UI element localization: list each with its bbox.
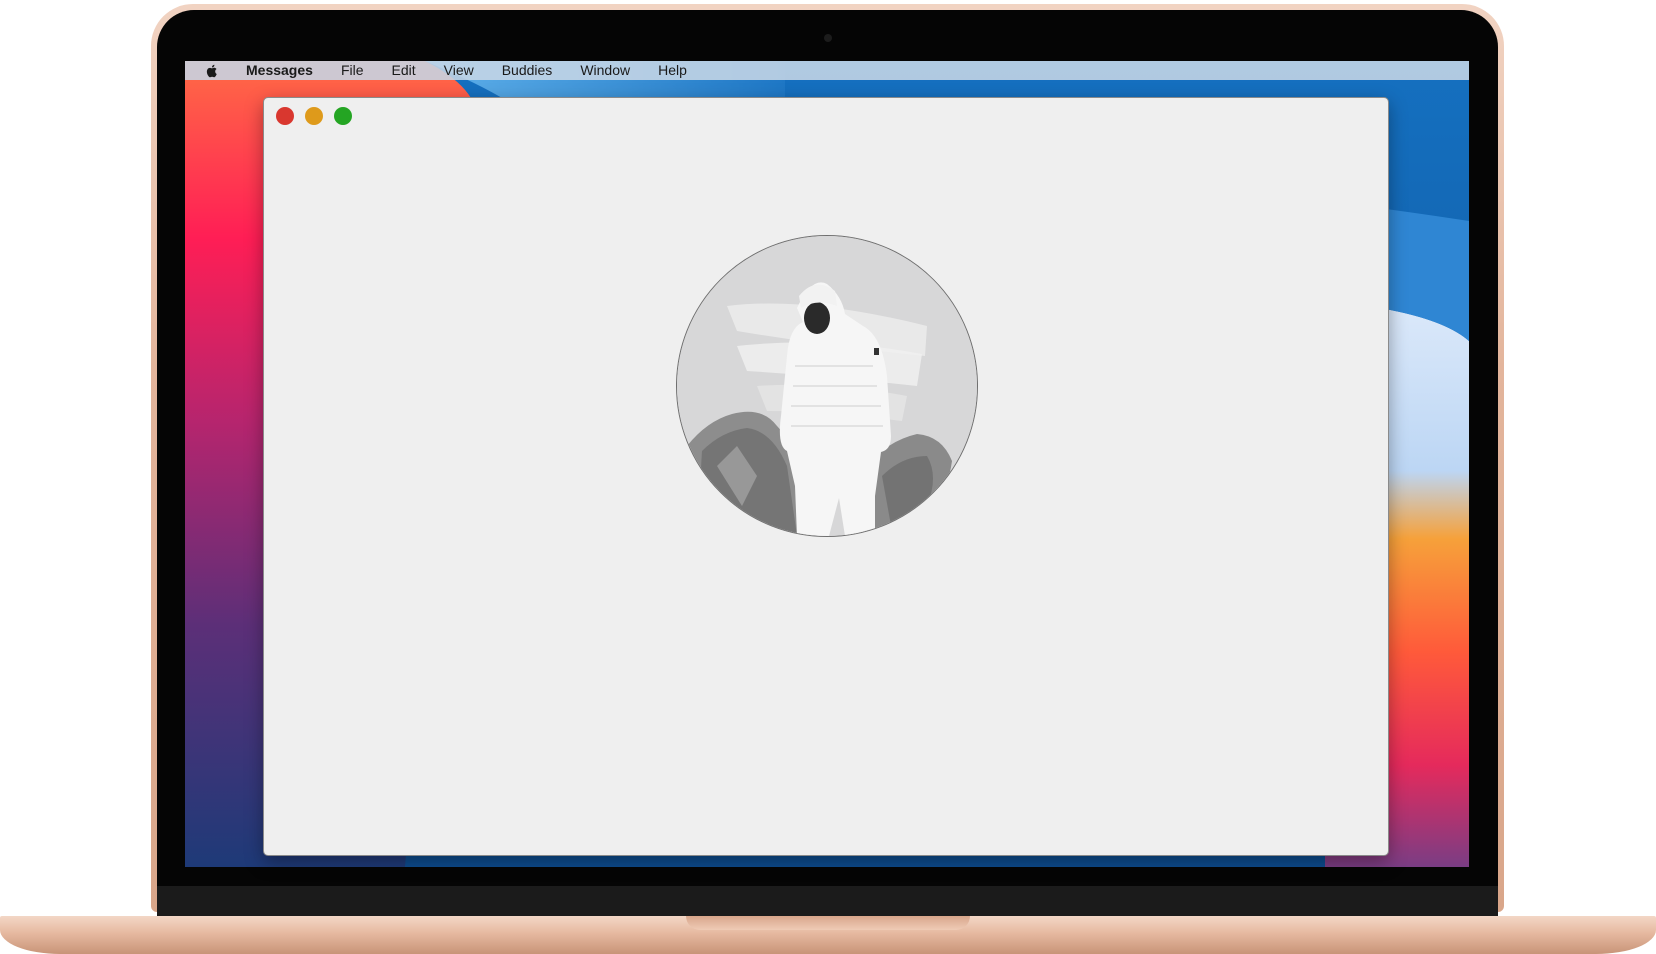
menu-edit[interactable]: Edit [378,61,430,80]
menu-buddies[interactable]: Buddies [488,61,567,80]
close-button[interactable] [276,107,294,125]
profile-photo [677,236,977,536]
menu-app-name[interactable]: Messages [232,61,327,80]
menu-view[interactable]: View [430,61,488,80]
laptop-opening-notch [686,916,970,930]
profile-avatar[interactable] [676,235,978,537]
menu-help[interactable]: Help [644,61,701,80]
laptop-chin [157,886,1498,916]
minimize-button[interactable] [305,107,323,125]
camera-icon [824,34,832,42]
screenshot-stage: Messages File Edit View Buddies Window H… [0,0,1656,954]
menu-bar: Messages File Edit View Buddies Window H… [185,61,1469,80]
apple-logo-icon[interactable] [204,63,220,79]
zoom-button[interactable] [334,107,352,125]
messages-window [263,97,1389,856]
menu-window[interactable]: Window [566,61,644,80]
menu-file[interactable]: File [327,61,378,80]
